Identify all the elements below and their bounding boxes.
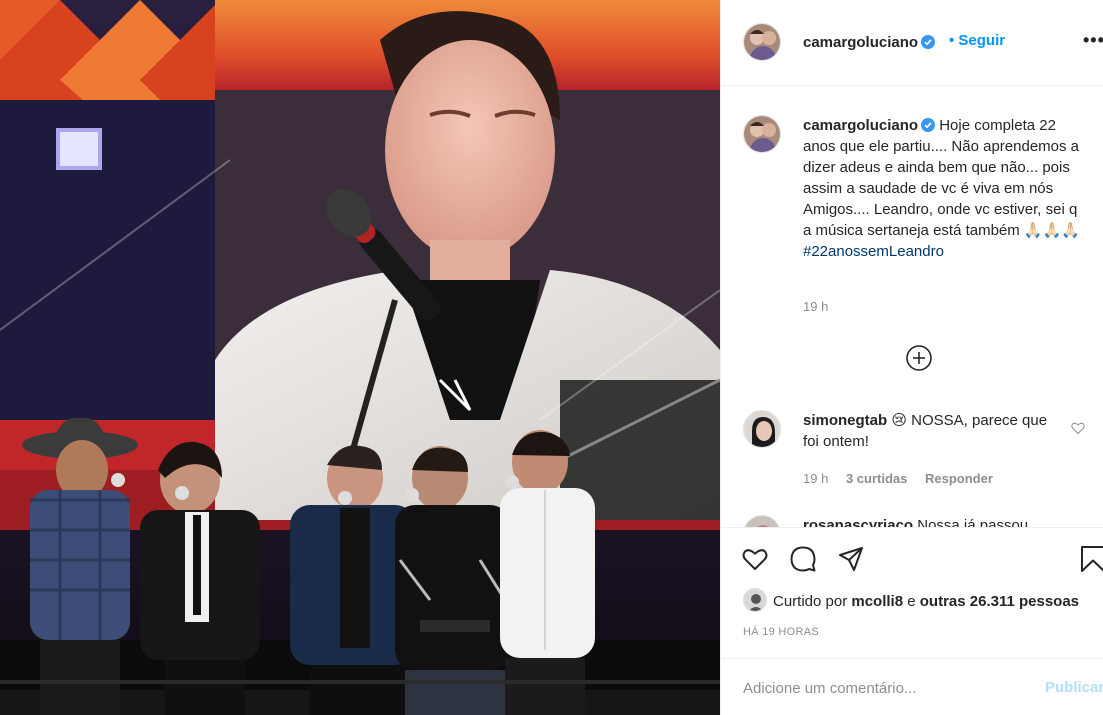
post-side-panel: camargoluciano • Seguir ••• camargolucia… [720,0,1103,715]
verified-badge-icon [921,118,936,132]
follow-button-label: Seguir [958,32,1006,49]
post-caption: camargoluciano Hoje completa 22 anos que… [803,115,1083,262]
likes-prefix: Curtido por [773,593,848,610]
comment: rosanascyriaco Nossa já passou [803,515,1028,527]
likes-connector: e [907,593,916,610]
verified-badge-icon [921,35,936,49]
reply-button[interactable]: Responder [925,471,993,486]
post-date[interactable]: HÁ 19 HORAS [743,626,819,638]
caption-hashtag[interactable]: #22anossemLeandro [803,243,944,260]
comment-username[interactable]: rosanascyriaco [803,517,913,527]
comment: simonegtab 😢 NOSSA, parece que foi ontem… [803,410,1065,452]
comment-bubble-icon[interactable] [789,545,817,573]
heart-icon[interactable] [1071,421,1085,435]
paper-plane-icon[interactable] [837,545,865,573]
comment-username[interactable]: simonegtab [803,412,887,429]
more-options-icon[interactable]: ••• [1083,30,1103,51]
comment-time[interactable]: 19 h [803,471,828,486]
author-username-text[interactable]: camargoluciano [803,34,918,51]
add-comment-form: Publicar [721,658,1103,715]
plus-circle-icon[interactable] [905,344,933,372]
likes-summary: Curtido por mcolli8 e outras 26.311 pess… [743,588,1079,612]
caption-username[interactable]: camargoluciano [803,117,918,134]
caption-avatar[interactable] [743,115,781,153]
post-photo[interactable] [0,0,720,715]
bookmark-icon[interactable] [1079,545,1103,573]
publish-button[interactable]: Publicar [1045,679,1103,696]
author-username[interactable]: camargoluciano [803,34,936,51]
likes-others-count[interactable]: outras 26.311 pessoas [920,593,1079,610]
commenter-avatar[interactable] [743,410,781,448]
post-header: camargoluciano • Seguir ••• [721,0,1103,86]
comment-text: Nossa já passou [917,517,1029,527]
follow-button[interactable]: • Seguir [949,32,1005,49]
liker-avatar[interactable] [743,588,767,612]
liker-username[interactable]: mcolli8 [851,593,903,610]
caption-time[interactable]: 19 h [803,299,828,314]
heart-icon[interactable] [741,545,769,573]
comment-meta: 19 h 3 curtidas Responder [803,471,1007,486]
post-actions: Curtido por mcolli8 e outras 26.311 pess… [721,527,1103,715]
comment-likes-count[interactable]: 3 curtidas [846,471,907,486]
comments-section[interactable]: camargoluciano Hoje completa 22 anos que… [721,87,1103,527]
concert-photo-illustration [0,0,720,715]
author-avatar[interactable] [743,23,781,61]
comment-input[interactable] [743,676,1023,700]
commenter-avatar[interactable] [743,515,781,527]
caption-text: Hoje completa 22 anos que ele partiu....… [803,117,1080,239]
